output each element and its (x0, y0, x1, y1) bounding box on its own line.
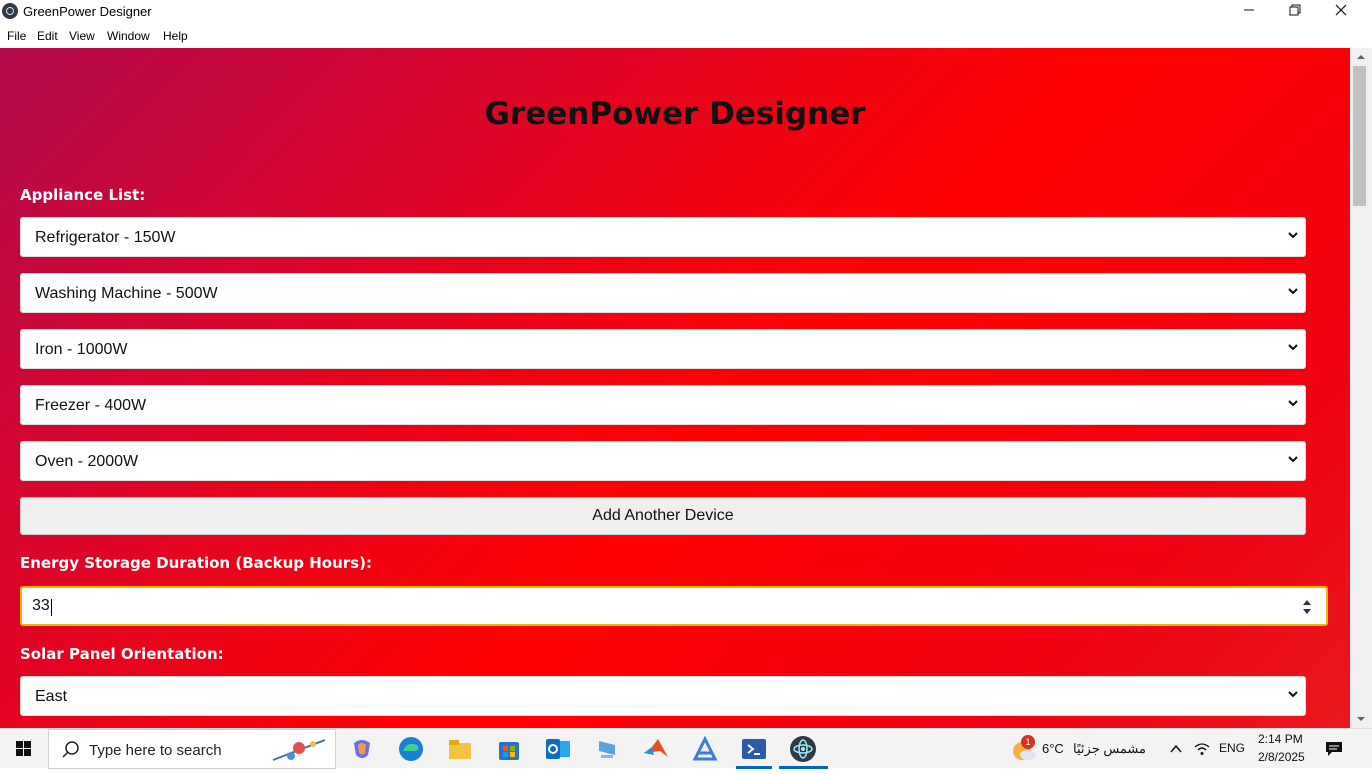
orientation-select-value: East (35, 688, 68, 705)
weather-temp[interactable]: 6°C (1042, 741, 1064, 756)
orientation-label: Solar Panel Orientation: (20, 645, 224, 663)
minimize-icon (1244, 9, 1254, 11)
title-bar: GreenPower Designer (0, 0, 1372, 24)
outlook-icon[interactable] (544, 735, 572, 763)
chevron-down-icon (1288, 400, 1298, 407)
appliance-select-5[interactable]: Oven - 2000W (20, 441, 1306, 481)
menu-window[interactable]: Window (107, 29, 150, 43)
chevron-down-icon (1288, 691, 1298, 698)
backup-hours-input[interactable]: 33 (20, 586, 1328, 626)
appliance-select-value: Freezer - 400W (35, 397, 147, 414)
page-title: GreenPower Designer (484, 96, 866, 132)
search-highlight-icon (272, 739, 326, 761)
chevron-down-icon (1288, 232, 1298, 239)
menu-bar: File Edit View Window Help (0, 24, 1372, 48)
taskbar-search[interactable]: Type here to search (48, 729, 336, 769)
menu-view[interactable]: View (69, 29, 95, 43)
appliance-select-4[interactable]: Freezer - 400W (20, 385, 1306, 425)
close-button[interactable] (1318, 0, 1364, 24)
appliance-select-2[interactable]: Washing Machine - 500W (20, 273, 1306, 313)
electron-app-icon[interactable] (789, 735, 817, 763)
copilot-icon[interactable] (348, 735, 376, 763)
wifi-icon[interactable] (1194, 741, 1210, 757)
chevron-down-icon (1288, 344, 1298, 351)
add-device-button[interactable]: Add Another Device (20, 497, 1306, 535)
vertical-scrollbar[interactable] (1350, 48, 1372, 728)
window-title: GreenPower Designer (23, 4, 152, 19)
notification-icon[interactable] (1325, 741, 1343, 757)
weather-description[interactable]: مشمس جزئيًا (1070, 741, 1146, 757)
search-placeholder: Type here to search (89, 742, 222, 759)
windows-icon (16, 741, 31, 756)
app-icon (2, 3, 18, 19)
appliance-select-value: Oven - 2000W (35, 453, 139, 470)
restore-button[interactable] (1272, 0, 1318, 24)
appliance-select-1[interactable]: Refrigerator - 150W (20, 217, 1306, 257)
orientation-select[interactable]: East (20, 676, 1306, 716)
text-caret (51, 599, 52, 616)
matlab-icon[interactable] (642, 735, 670, 763)
scroll-down-icon[interactable] (1356, 714, 1366, 724)
appliance-select-3[interactable]: Iron - 1000W (20, 329, 1306, 369)
clock-date[interactable]: 2/8/2025 (1258, 750, 1305, 764)
scroll-up-icon[interactable] (1356, 52, 1366, 62)
edge-icon[interactable] (397, 735, 425, 763)
storage-duration-label: Energy Storage Duration (Backup Hours): (20, 554, 372, 572)
menu-help[interactable]: Help (163, 29, 188, 43)
start-button[interactable] (0, 729, 48, 769)
close-icon (1335, 4, 1347, 16)
file-explorer-icon[interactable] (446, 735, 474, 763)
appliance-select-value: Refrigerator - 150W (35, 229, 176, 246)
clock-time[interactable]: 2:14 PM (1258, 732, 1303, 746)
scrollbar-thumb[interactable] (1353, 66, 1366, 206)
app-icon-blue[interactable] (691, 735, 719, 763)
appliance-select-value: Washing Machine - 500W (35, 285, 218, 302)
minimize-button[interactable] (1226, 0, 1272, 24)
number-spinner-icon[interactable] (1302, 598, 1312, 616)
menu-file[interactable]: File (7, 29, 26, 43)
powershell-icon[interactable] (740, 735, 768, 763)
language-indicator[interactable]: ENG (1219, 741, 1245, 755)
chevron-down-icon (1288, 288, 1298, 295)
computer-icon[interactable] (593, 735, 621, 763)
taskbar: Type here to search 1 6°C مشمس جزئيًا EN… (0, 728, 1372, 769)
appliance-select-value: Iron - 1000W (35, 341, 128, 358)
chevron-up-icon[interactable] (1170, 743, 1182, 755)
menu-edit[interactable]: Edit (37, 29, 58, 43)
store-icon[interactable] (495, 735, 523, 763)
weather-badge: 1 (1021, 735, 1035, 749)
appliance-list-label: Appliance List: (20, 186, 146, 204)
search-icon (62, 741, 79, 758)
restore-icon (1289, 4, 1301, 16)
main-content: GreenPower Designer Appliance List: Refr… (0, 48, 1350, 728)
chevron-down-icon (1288, 456, 1298, 463)
backup-hours-value: 33 (32, 597, 50, 614)
